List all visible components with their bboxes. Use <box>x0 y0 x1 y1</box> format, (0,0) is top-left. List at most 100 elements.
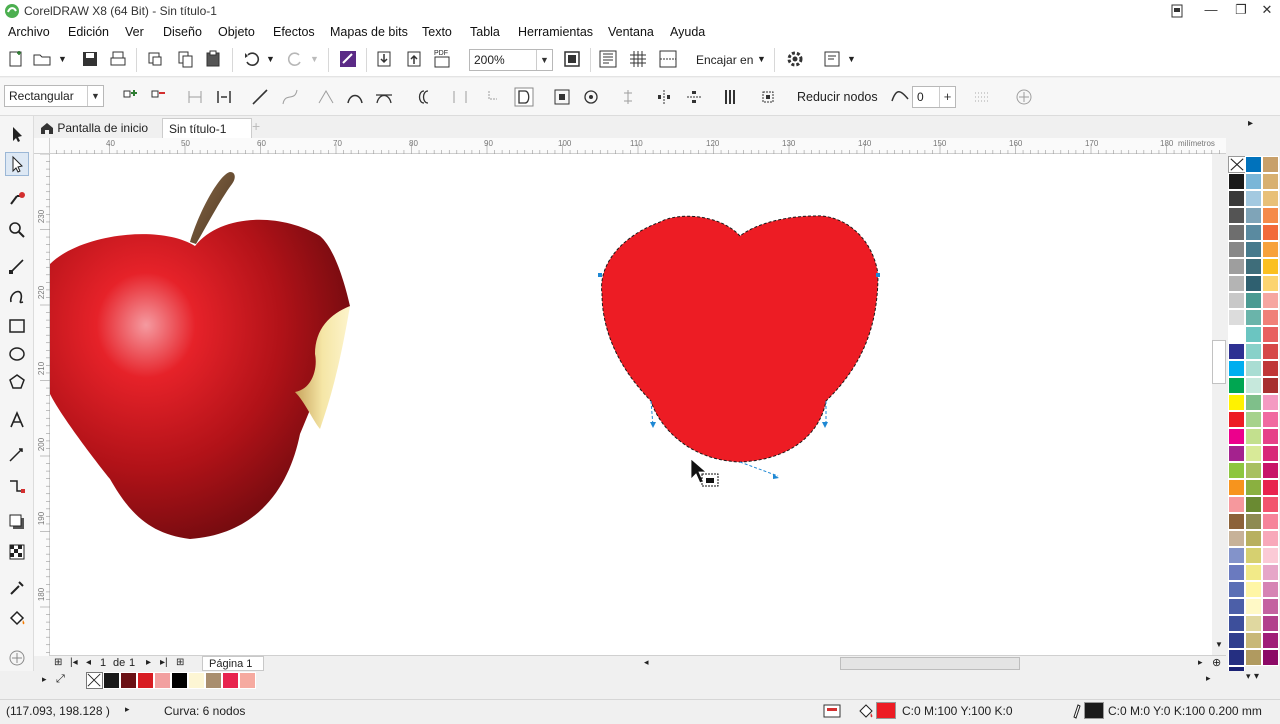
palette-scroll-down-icon[interactable]: ▾ <box>1254 671 1259 682</box>
palette-col2-swatch[interactable] <box>1245 275 1262 292</box>
reduce-nodes-button[interactable]: Reducir nodos <box>797 90 878 104</box>
palette-col2-swatch[interactable] <box>1245 309 1262 326</box>
palette-col2-swatch[interactable] <box>1245 224 1262 241</box>
palette-col1-swatch[interactable] <box>1228 241 1245 258</box>
palette-col3-swatch[interactable] <box>1262 496 1279 513</box>
zoom-dropdown-icon[interactable]: ▼ <box>536 50 552 70</box>
palette-col2-swatch[interactable] <box>1245 156 1262 173</box>
palette-col2-swatch[interactable] <box>1245 326 1262 343</box>
palette-col1-swatch[interactable] <box>1228 445 1245 462</box>
open-dropdown-icon[interactable]: ▼ <box>58 54 67 64</box>
palette-col2-swatch[interactable] <box>1245 615 1262 632</box>
palette-col1-swatch[interactable] <box>1228 581 1245 598</box>
color-proof-icon[interactable] <box>822 701 842 721</box>
palette-col1-swatch[interactable] <box>1228 564 1245 581</box>
palette-col2-swatch[interactable] <box>1245 530 1262 547</box>
palette-col2-swatch[interactable] <box>1245 564 1262 581</box>
palette-col1-swatch[interactable] <box>1228 632 1245 649</box>
palette-col2-swatch[interactable] <box>1245 292 1262 309</box>
menu-edicion[interactable]: Edición <box>68 25 109 39</box>
document-palette-swatch[interactable] <box>120 672 137 689</box>
undo-dropdown-icon[interactable]: ▼ <box>266 54 275 64</box>
palette-col2-swatch[interactable] <box>1245 496 1262 513</box>
palette-col1-swatch[interactable] <box>1228 411 1245 428</box>
redo-icon[interactable] <box>285 49 305 69</box>
palette-col2-swatch[interactable] <box>1245 445 1262 462</box>
menu-ayuda[interactable]: Ayuda <box>670 25 705 39</box>
smoothness-input[interactable]: 0 + <box>912 86 956 108</box>
connector-tool-icon[interactable] <box>7 476 27 496</box>
smooth-node-icon[interactable] <box>345 87 365 107</box>
fill-bucket-icon[interactable] <box>856 701 876 721</box>
tab-home[interactable]: Pantalla de inicio <box>34 118 158 138</box>
outline-color-swatch[interactable] <box>1084 702 1104 719</box>
palette-col1-swatch[interactable] <box>1228 207 1245 224</box>
palette-col1-swatch[interactable] <box>1228 394 1245 411</box>
palette-col2-swatch[interactable] <box>1245 190 1262 207</box>
redo-dropdown-icon[interactable]: ▼ <box>310 54 319 64</box>
zoom-tool-icon[interactable] <box>7 220 27 240</box>
palette-col1-swatch[interactable] <box>1228 224 1245 241</box>
launcher-dropdown-icon[interactable]: ▼ <box>847 54 856 64</box>
add-tool-icon[interactable] <box>7 648 27 668</box>
palette-col2-swatch[interactable] <box>1245 360 1262 377</box>
document-palette-swatch[interactable] <box>222 672 239 689</box>
extend-curve-icon[interactable] <box>450 87 470 107</box>
apple-silhouette-curve[interactable] <box>601 215 879 463</box>
selected-apple-shape[interactable] <box>598 215 880 479</box>
palette-col3-swatch[interactable] <box>1262 581 1279 598</box>
document-palette-swatch[interactable] <box>188 672 205 689</box>
rectangle-tool-icon[interactable] <box>7 316 27 336</box>
palette-col2-swatch[interactable] <box>1245 241 1262 258</box>
palette-col2-swatch[interactable] <box>1245 394 1262 411</box>
palette-col2-swatch[interactable] <box>1245 479 1262 496</box>
palette-col3-swatch[interactable] <box>1262 309 1279 326</box>
shape-tool-icon[interactable] <box>5 152 29 176</box>
palette-col3-swatch[interactable] <box>1262 411 1279 428</box>
delete-node-icon[interactable] <box>148 87 168 107</box>
extract-subpath-icon[interactable] <box>485 87 505 107</box>
paste-icon[interactable] <box>203 49 223 69</box>
options-gear-icon[interactable] <box>785 49 805 69</box>
close-button[interactable]: ✕ <box>1250 0 1280 22</box>
palette-col1-swatch[interactable] <box>1228 275 1245 292</box>
select-nodes-icon[interactable] <box>758 87 778 107</box>
rotate-nodes-icon[interactable] <box>581 87 601 107</box>
navigator-zoom-icon[interactable]: ⊕ <box>1212 656 1221 669</box>
document-palette-swatch[interactable] <box>171 672 188 689</box>
palette-col1-swatch[interactable] <box>1228 190 1245 207</box>
elastic-mode-icon[interactable] <box>721 87 741 107</box>
palette-col3-swatch[interactable] <box>1262 258 1279 275</box>
node-right[interactable] <box>876 273 880 277</box>
horizontal-scroll-thumb[interactable] <box>840 657 1020 670</box>
node-grid-icon[interactable] <box>972 87 992 107</box>
document-palette-swatch[interactable] <box>103 672 120 689</box>
palette-col1-swatch[interactable] <box>1228 258 1245 275</box>
cusp-node-icon[interactable] <box>316 87 336 107</box>
print-icon[interactable] <box>108 49 128 69</box>
smoothness-slider-icon[interactable]: + <box>939 87 955 107</box>
ruler-origin[interactable] <box>34 138 50 154</box>
import-icon[interactable] <box>374 49 394 69</box>
palette-col1-swatch[interactable] <box>1228 428 1245 445</box>
scroll-left-arrow-icon[interactable]: ◂ <box>644 657 649 668</box>
palette-col1-swatch[interactable] <box>1228 360 1245 377</box>
palette-col3-swatch[interactable] <box>1262 479 1279 496</box>
palette-col3-swatch[interactable] <box>1262 292 1279 309</box>
palette-col1-swatch[interactable] <box>1228 173 1245 190</box>
to-line-icon[interactable] <box>250 87 270 107</box>
palette-col3-swatch[interactable] <box>1262 275 1279 292</box>
join-nodes-icon[interactable] <box>185 87 205 107</box>
minimize-button[interactable]: — <box>1194 0 1228 22</box>
document-palette-swatch[interactable] <box>137 672 154 689</box>
palette-col2-swatch[interactable] <box>1245 632 1262 649</box>
palette-col3-swatch[interactable] <box>1262 326 1279 343</box>
palette-col2-swatch[interactable] <box>1245 258 1262 275</box>
palette-col3-swatch[interactable] <box>1262 462 1279 479</box>
palette-col1-swatch[interactable] <box>1228 496 1245 513</box>
first-page-icon[interactable]: ⊞ <box>54 657 62 668</box>
break-curve-icon[interactable] <box>214 87 234 107</box>
crop-tool-icon[interactable] <box>7 190 27 210</box>
last-page-icon[interactable]: ▸| <box>160 657 168 668</box>
scroll-down-arrow-icon[interactable]: ▼ <box>1215 640 1223 649</box>
